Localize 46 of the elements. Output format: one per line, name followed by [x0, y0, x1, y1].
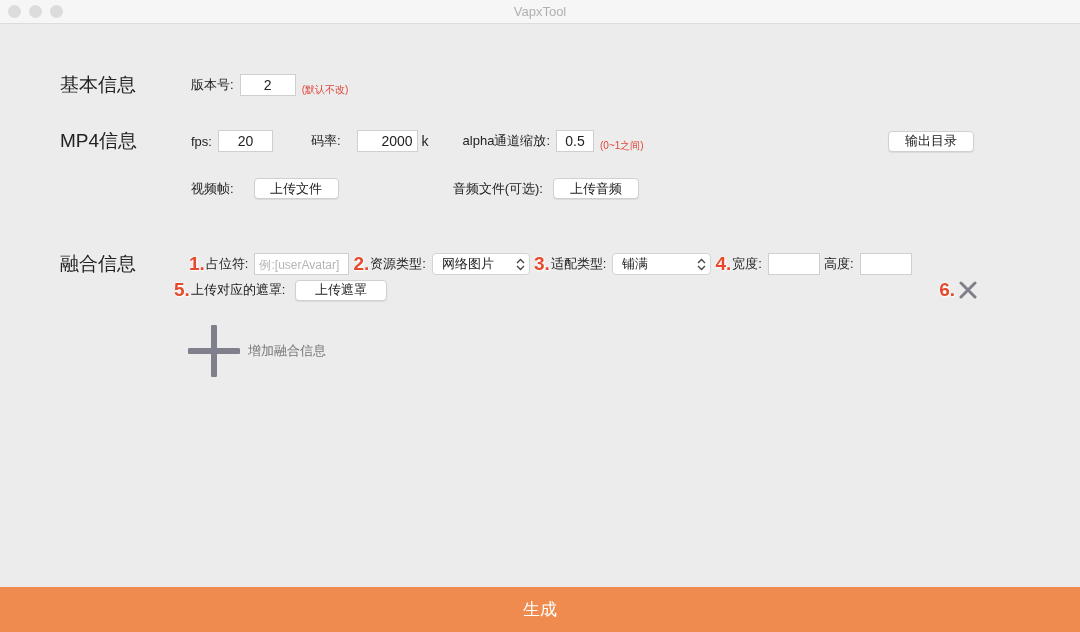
field-label: 码率: [310, 132, 341, 150]
section-heading: 融合信息 [60, 252, 137, 276]
input-field[interactable]: 例:[userAvatar] [254, 253, 350, 275]
minimize-window-icon[interactable] [29, 5, 42, 18]
annotation-number: 5. [174, 279, 190, 301]
hint-text: (默认不改) [301, 83, 349, 97]
add-fusion-label[interactable]: 增加融合信息 [248, 342, 326, 360]
upload-button[interactable]: 上传遮罩 [295, 279, 388, 301]
input-field[interactable] [859, 253, 912, 275]
field-label: 高度: [823, 255, 854, 273]
field-label: 音频文件(可选): [452, 179, 543, 198]
output-folder-button[interactable]: 输出目录 [888, 130, 974, 152]
field-label: 视频帧: [191, 179, 234, 198]
plus-icon[interactable] [188, 325, 240, 377]
input-field[interactable] [767, 253, 820, 275]
section-heading: 基本信息 [60, 73, 137, 97]
input-field[interactable]: 2 [239, 74, 296, 96]
field-label: 占位符: [205, 255, 249, 273]
annotation-number: 3. [533, 253, 550, 275]
field-label: 资源类型: [370, 255, 426, 273]
dropdown-select[interactable]: 铺满 [612, 253, 712, 275]
input-field[interactable]: 2000 [356, 130, 418, 152]
section-heading: MP4信息 [60, 129, 139, 153]
field-label: alpha通道缩放: [462, 132, 550, 150]
upload-button[interactable]: 上传音频 [552, 178, 639, 199]
hint-text: (0~1之间) [600, 139, 644, 153]
field-label: 版本号: [191, 76, 234, 94]
annotation-number: 6. [939, 279, 955, 301]
input-field[interactable]: 20 [217, 130, 273, 152]
upload-button[interactable]: 上传文件 [253, 178, 339, 199]
annotation-number: 1. [189, 253, 205, 275]
unit-text: k [421, 133, 429, 149]
field-label: 适配类型: [550, 255, 607, 273]
close-window-icon[interactable] [8, 5, 21, 18]
field-label: fps: [191, 133, 212, 149]
up-down-chevron-icon [697, 257, 707, 271]
dropdown-select[interactable]: 网络图片 [431, 253, 530, 275]
field-label: 上传对应的遮罩: [190, 281, 286, 299]
field-label: 宽度: [732, 255, 762, 273]
zoom-window-icon[interactable] [50, 5, 63, 18]
up-down-chevron-icon [515, 257, 525, 271]
input-field[interactable]: 0.5 [556, 130, 594, 152]
close-icon[interactable] [959, 281, 977, 299]
annotation-number: 2. [353, 253, 370, 275]
annotation-number: 4. [715, 253, 732, 275]
window-title: VapxTool [513, 4, 567, 19]
